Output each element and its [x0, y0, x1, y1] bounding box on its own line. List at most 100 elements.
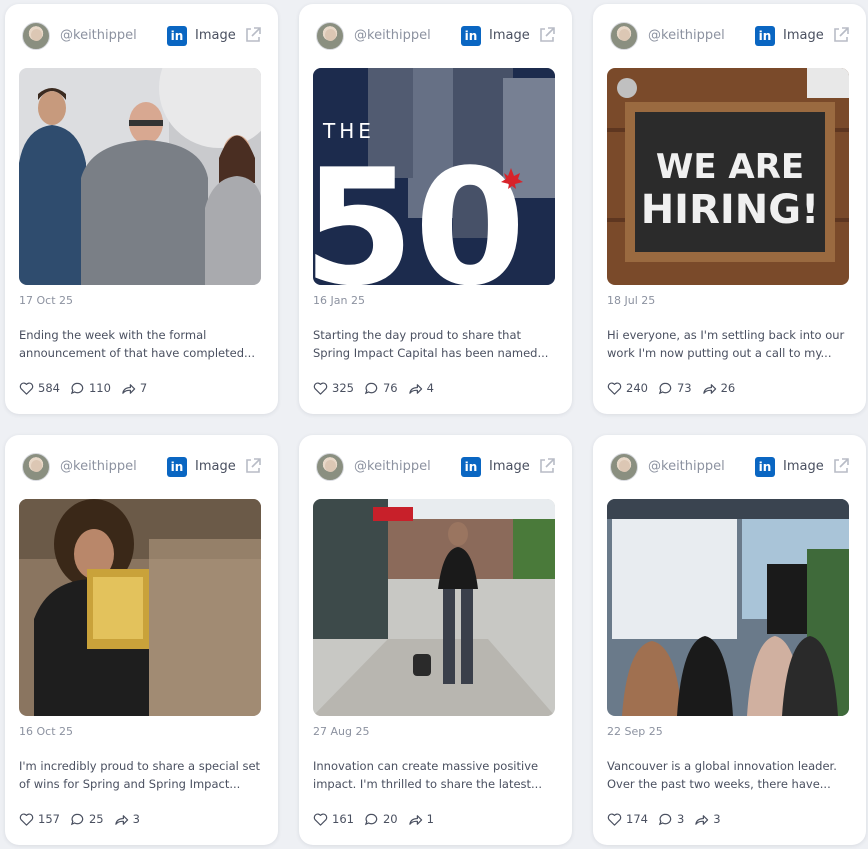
post-text: Hi everyone, as I'm settling back into o… [607, 328, 845, 360]
author-handle[interactable]: @keithippel [648, 459, 725, 474]
comment-icon [364, 813, 378, 825]
post-card[interactable]: @keithippel in Image THE 50 16 Jan 25 St… [299, 4, 572, 414]
shares-stat: 3 [694, 812, 721, 827]
post-type-label: Image [195, 28, 236, 43]
post-card[interactable]: @keithippel in Image 17 Oct 25 Ending th… [5, 4, 278, 414]
post-date: 16 Jan 25 [313, 294, 365, 307]
avatar[interactable] [22, 453, 50, 481]
post-date: 27 Aug 25 [313, 725, 370, 738]
post-header: @keithippel in Image [593, 435, 866, 499]
post-text: Vancouver is a global innovation leader.… [607, 759, 837, 791]
author-handle[interactable]: @keithippel [354, 28, 431, 43]
post-image[interactable] [19, 68, 261, 285]
comment-icon [658, 813, 672, 825]
post-type-label: Image [195, 459, 236, 474]
comment-icon [70, 382, 84, 394]
post-header: @keithippel in Image [299, 4, 572, 68]
post-text: Innovation can create massive positive i… [313, 759, 542, 791]
avatar[interactable] [316, 22, 344, 50]
linkedin-icon: in [461, 457, 481, 477]
share-icon [122, 383, 136, 394]
external-link-icon[interactable] [244, 457, 262, 475]
post-card[interactable]: @keithippel in Image WE ARE HIRING! 18 J… [593, 4, 866, 414]
heart-icon [607, 812, 622, 826]
avatar[interactable] [610, 453, 638, 481]
shares-stat: 3 [114, 812, 140, 827]
post-date: 18 Jul 25 [607, 294, 656, 307]
comment-icon [658, 382, 672, 394]
linkedin-icon: in [167, 457, 187, 477]
post-date: 22 Sep 25 [607, 725, 663, 738]
post-type-label: Image [489, 459, 530, 474]
avatar[interactable] [610, 22, 638, 50]
comments-count: 76 [382, 381, 398, 395]
linkedin-icon: in [167, 26, 187, 46]
post-header: @keithippel in Image [593, 4, 866, 68]
author-handle[interactable]: @keithippel [60, 459, 137, 474]
post-text: Ending the week with the formal announce… [19, 328, 255, 360]
post-image[interactable] [607, 499, 849, 716]
shares-count: 1 [426, 812, 434, 826]
image-text-line1: WE ARE [656, 147, 804, 187]
shares-count: 3 [132, 812, 140, 826]
post-card[interactable]: @keithippel in Image 16 Oct 25 I'm incre… [5, 435, 278, 845]
post-header: @keithippel in Image [5, 435, 278, 499]
post-image[interactable] [19, 499, 261, 716]
heart-icon [607, 381, 622, 395]
comments-stat: 76 [364, 381, 398, 396]
post-type-label: Image [489, 28, 530, 43]
comments-count: 20 [382, 812, 398, 826]
post-stats: 157 25 3 [19, 809, 150, 829]
likes-count: 174 [626, 812, 648, 826]
avatar[interactable] [316, 453, 344, 481]
post-image[interactable] [313, 499, 555, 716]
likes-count: 161 [332, 812, 354, 826]
likes-count: 157 [38, 812, 60, 826]
post-date: 17 Oct 25 [19, 294, 74, 307]
comments-stat: 20 [364, 812, 398, 827]
comments-stat: 73 [658, 381, 692, 396]
external-link-icon[interactable] [832, 457, 850, 475]
linkedin-icon: in [461, 26, 481, 46]
external-link-icon[interactable] [832, 26, 850, 44]
share-icon [408, 383, 422, 394]
comments-count: 25 [88, 812, 104, 826]
posts-grid: @keithippel in Image 17 Oct 25 Ending th… [0, 0, 868, 849]
comment-icon [70, 813, 84, 825]
linkedin-icon: in [755, 457, 775, 477]
shares-stat: 26 [702, 381, 736, 396]
heart-icon [19, 812, 34, 826]
shares-count: 26 [720, 381, 736, 395]
shares-count: 3 [713, 812, 721, 826]
likes-stat: 240 [607, 381, 648, 396]
shares-stat: 7 [121, 381, 147, 396]
comments-count: 110 [88, 381, 111, 395]
post-stats: 174 3 3 [607, 809, 731, 829]
likes-count: 240 [626, 381, 648, 395]
avatar[interactable] [22, 22, 50, 50]
external-link-icon[interactable] [538, 457, 556, 475]
post-text: Starting the day proud to share that Spr… [313, 328, 549, 360]
shares-stat: 4 [408, 381, 434, 396]
post-date: 16 Oct 25 [19, 725, 74, 738]
likes-stat: 157 [19, 812, 60, 827]
post-image[interactable]: WE ARE HIRING! [607, 68, 849, 285]
external-link-icon[interactable] [244, 26, 262, 44]
post-card[interactable]: @keithippel in Image 22 Sep 25 Vancouver… [593, 435, 866, 845]
post-type-label: Image [783, 459, 824, 474]
author-handle[interactable]: @keithippel [354, 459, 431, 474]
post-image[interactable]: THE 50 [313, 68, 555, 285]
author-handle[interactable]: @keithippel [60, 28, 137, 43]
shares-count: 7 [139, 381, 148, 395]
post-header: @keithippel in Image [5, 4, 278, 68]
author-handle[interactable]: @keithippel [648, 28, 725, 43]
image-text-line2: HIRING! [641, 187, 820, 233]
post-card[interactable]: @keithippel in Image 27 Aug 25 Innovatio… [299, 435, 572, 845]
post-stats: 325 76 4 [313, 378, 444, 398]
heart-icon [19, 381, 34, 395]
post-stats: 584 110 7 [19, 378, 157, 398]
external-link-icon[interactable] [538, 26, 556, 44]
share-icon [702, 383, 716, 394]
share-icon [695, 814, 709, 825]
comments-stat: 3 [658, 812, 684, 827]
